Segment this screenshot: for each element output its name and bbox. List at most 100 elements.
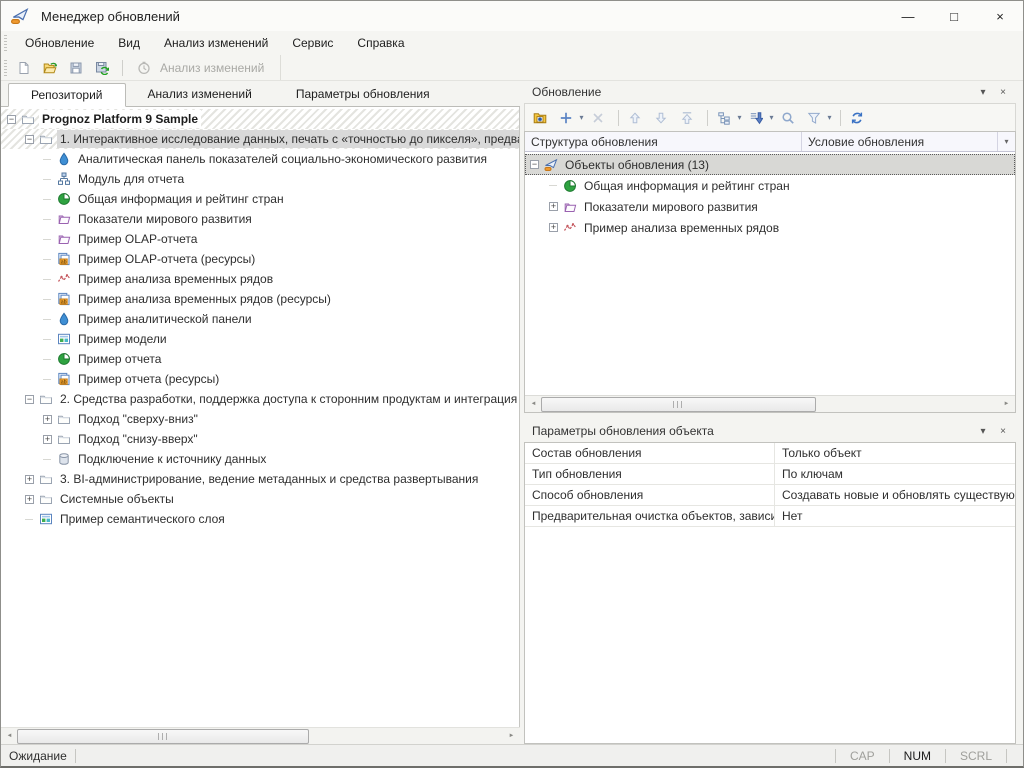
menu-0[interactable]: Обновление — [13, 31, 106, 55]
tree-connector — [43, 319, 51, 320]
tab-0[interactable]: Репозиторий — [8, 83, 126, 107]
expand-icon[interactable]: + — [549, 223, 558, 232]
property-value[interactable]: Создавать новые и обновлять существующие — [775, 485, 1015, 505]
tree-item[interactable]: −1. Интерактивное исследование данных, п… — [1, 129, 519, 149]
tree-item[interactable]: +Системные объекты — [1, 489, 519, 509]
column-chooser-icon[interactable]: ▾ — [998, 132, 1015, 151]
property-row[interactable]: Предварительная очистка объектов, зависи… — [525, 506, 1015, 527]
panel-close-icon[interactable]: × — [994, 422, 1012, 440]
filter-button[interactable]: ▾ — [803, 107, 835, 129]
collapse-icon[interactable]: − — [7, 115, 16, 124]
panel-menu-icon[interactable]: ▾ — [974, 83, 992, 101]
expand-icon[interactable]: + — [25, 495, 34, 504]
tree-item[interactable]: Пример семантического слоя — [1, 509, 519, 529]
tree-connector — [43, 219, 51, 220]
report-pie-icon — [56, 192, 71, 206]
collapse-icon[interactable]: − — [530, 160, 539, 169]
tree-item[interactable]: abПример OLAP-отчета (ресурсы) — [1, 249, 519, 269]
delete-button[interactable] — [587, 107, 613, 129]
tree-item[interactable]: Пример отчета — [1, 349, 519, 369]
move-down-button[interactable] — [650, 107, 676, 129]
panel-close-icon[interactable]: × — [994, 83, 1012, 101]
menu-2[interactable]: Анализ изменений — [152, 31, 280, 55]
tree-item[interactable]: abПример анализа временных рядов (ресурс… — [1, 289, 519, 309]
tree-item[interactable]: −Объекты обновления (13) — [525, 154, 1015, 175]
property-value[interactable]: Нет — [775, 506, 1015, 526]
analysis-button[interactable]: Анализ изменений — [128, 57, 272, 79]
tab-strip: РепозиторийАнализ измененийПараметры обн… — [1, 81, 520, 107]
move-top-button[interactable] — [676, 107, 702, 129]
module-icon — [56, 172, 71, 186]
save-button[interactable] — [65, 57, 91, 79]
refresh-button[interactable] — [846, 107, 872, 129]
tree-item[interactable]: +3. BI-администрирование, ведение метада… — [1, 469, 519, 489]
dropdown-caret-icon[interactable]: ▾ — [579, 114, 583, 122]
tree-item-label: Аналитическая панель показателей социаль… — [75, 150, 490, 168]
collapse-icon[interactable]: − — [25, 135, 34, 144]
menu-1[interactable]: Вид — [106, 31, 152, 55]
search-button[interactable] — [777, 107, 803, 129]
menu-4[interactable]: Справка — [345, 31, 416, 55]
tree-item[interactable]: −Prognoz Platform 9 Sample — [1, 109, 519, 129]
move-up-button[interactable] — [624, 107, 650, 129]
tree-item[interactable]: Общая информация и рейтинг стран — [525, 175, 1015, 196]
tree-item[interactable]: abПример отчета (ресурсы) — [1, 369, 519, 389]
scroll-right-icon[interactable]: ► — [504, 729, 519, 744]
tree-item[interactable]: Общая информация и рейтинг стран — [1, 189, 519, 209]
tree-item[interactable]: +Подход "сверху-вниз" — [1, 409, 519, 429]
expand-icon[interactable]: + — [43, 435, 52, 444]
close-button[interactable]: × — [977, 1, 1023, 31]
update-hscrollbar[interactable]: ◄ ► — [525, 395, 1015, 412]
tree-item[interactable]: Пример OLAP-отчета — [1, 229, 519, 249]
horizontal-splitter[interactable] — [524, 413, 1016, 420]
tree-item[interactable]: Аналитическая панель показателей социаль… — [1, 149, 519, 169]
tree-item[interactable]: +Подход "снизу-вверх" — [1, 429, 519, 449]
property-row[interactable]: Состав обновленияТолько объект — [525, 443, 1015, 464]
tree-item[interactable]: Пример модели — [1, 329, 519, 349]
menu-3[interactable]: Сервис — [280, 31, 345, 55]
column-structure[interactable]: Структура обновления — [525, 132, 802, 151]
maximize-button[interactable]: □ — [931, 1, 977, 31]
scroll-thumb[interactable] — [541, 397, 816, 412]
property-row[interactable]: Тип обновленияПо ключам — [525, 464, 1015, 485]
tree-item[interactable]: Подключение к источнику данных — [1, 449, 519, 469]
property-value[interactable]: По ключам — [775, 464, 1015, 484]
tree-item[interactable]: Модуль для отчета — [1, 169, 519, 189]
filter-icon — [806, 111, 821, 125]
dropdown-caret-icon[interactable]: ▾ — [827, 114, 831, 122]
scroll-left-icon[interactable]: ◄ — [2, 729, 17, 744]
cube-folder-icon — [56, 212, 71, 226]
collapse-icon[interactable]: − — [25, 395, 34, 404]
dropdown-caret-icon[interactable]: ▾ — [737, 114, 741, 122]
scroll-right-icon[interactable]: ► — [999, 397, 1014, 412]
tree-item-label: Показатели мирового развития — [75, 210, 255, 228]
hierarchy-button[interactable]: ▾ — [713, 107, 745, 129]
tree-item[interactable]: Пример анализа временных рядов — [1, 269, 519, 289]
tree-item[interactable]: Показатели мирового развития — [1, 209, 519, 229]
tree-item[interactable]: +Показатели мирового развития — [525, 196, 1015, 217]
tab-2[interactable]: Параметры обновления — [274, 82, 452, 106]
save-database-button[interactable] — [91, 57, 117, 79]
scroll-left-icon[interactable]: ◄ — [526, 397, 541, 412]
property-row[interactable]: Способ обновленияСоздавать новые и обнов… — [525, 485, 1015, 506]
repository-hscrollbar[interactable]: ◄ ► — [1, 727, 520, 744]
tree-item[interactable]: Пример аналитической панели — [1, 309, 519, 329]
new-document-button[interactable] — [13, 57, 39, 79]
sort-descending-button[interactable]: ▾ — [745, 107, 777, 129]
expand-icon[interactable]: + — [549, 202, 558, 211]
expand-icon[interactable]: + — [25, 475, 34, 484]
tree-item[interactable]: −2. Средства разработки, поддержка досту… — [1, 389, 519, 409]
tree-item[interactable]: +Пример анализа временных рядов — [525, 217, 1015, 238]
column-condition[interactable]: Условие обновления — [802, 132, 998, 151]
panel-menu-icon[interactable]: ▾ — [974, 422, 992, 440]
add-button[interactable]: ▾ — [555, 107, 587, 129]
dropdown-caret-icon[interactable]: ▾ — [769, 114, 773, 122]
open-folder-button[interactable] — [39, 57, 65, 79]
scroll-thumb[interactable] — [17, 729, 309, 744]
property-value[interactable]: Только объект — [775, 443, 1015, 463]
open-update-button[interactable] — [529, 107, 555, 129]
minimize-button[interactable]: — — [885, 1, 931, 31]
expand-icon[interactable]: + — [43, 415, 52, 424]
tree-connector — [43, 299, 51, 300]
tab-1[interactable]: Анализ изменений — [126, 82, 274, 106]
